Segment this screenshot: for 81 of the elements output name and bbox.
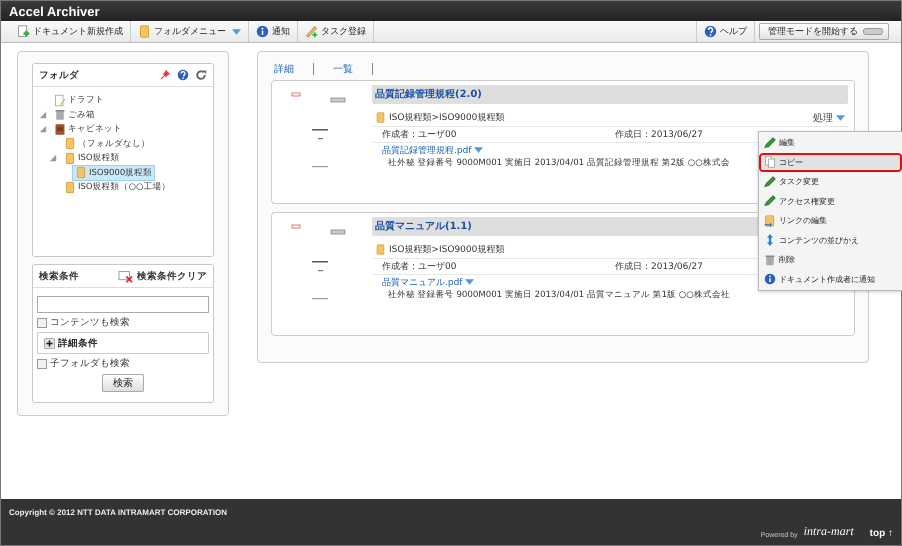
info-icon xyxy=(764,273,776,286)
new-document-icon xyxy=(17,25,30,38)
panel-title: 検索条件 xyxy=(39,270,79,282)
checkbox[interactable] xyxy=(37,358,47,368)
folder-icon xyxy=(64,152,76,165)
tree-item[interactable]: ドラフト xyxy=(52,93,106,108)
clear-conditions-button[interactable]: 検索条件クリア xyxy=(118,270,207,282)
document-description: 社外秘 登録番号 9000M001 実施日 2013/04/01 品質記録管理規程 第2版 ○○株式会 xyxy=(387,157,730,169)
view-link[interactable]: 一覧 xyxy=(333,62,353,76)
refresh-icon[interactable] xyxy=(195,69,207,81)
file-link[interactable]: 品質マニュアル.pdf xyxy=(382,276,474,288)
menu-item[interactable]: 編集 xyxy=(759,133,902,152)
toggle-switch[interactable] xyxy=(863,28,883,35)
document-title[interactable]: 品質記録管理規程(2.0) xyxy=(372,85,848,104)
menu-item[interactable]: ドキュメント作成者に通知 xyxy=(759,270,902,289)
checkbox[interactable] xyxy=(37,318,47,328)
tree-item[interactable]: キャビネット xyxy=(52,122,124,136)
menu-item[interactable]: タスク変更 xyxy=(759,172,902,192)
admin-mode-button[interactable]: 管理モードを開始する xyxy=(759,23,889,40)
menu-item[interactable]: 削除 xyxy=(759,250,902,270)
info-icon xyxy=(256,25,269,38)
copyright-text: Copyright © 2012 NTT DATA INTRAMART CORPORATION xyxy=(9,508,228,518)
tree-item[interactable]: ISO規程類（○○工場） xyxy=(62,180,172,194)
folder-icon xyxy=(375,243,386,256)
date-text: 作成日：2013/06/27 xyxy=(615,260,703,273)
view-link[interactable]: 詳細 xyxy=(274,62,294,76)
checkbox-label: 子フォルダも検索 xyxy=(50,357,130,370)
copy-icon xyxy=(764,156,776,168)
details-toggle[interactable]: 詳細条件 xyxy=(37,332,209,354)
clear-icon xyxy=(118,270,133,282)
menu-item[interactable]: コピー xyxy=(759,152,902,172)
window-title: Accel Archiver xyxy=(9,4,100,18)
tree-item[interactable]: ISO9000規程類 xyxy=(72,164,156,181)
expand-toggle-icon[interactable] xyxy=(39,125,47,134)
cabinet-icon xyxy=(54,122,66,136)
author-text: 作成者：ユーザ00 xyxy=(382,260,456,273)
checkbox-label: コンテンツも検索 xyxy=(50,316,130,329)
pin-icon[interactable] xyxy=(159,69,171,81)
panel-title: フォルダ xyxy=(39,68,79,82)
folder-path: ISO規程類>ISO9000規程類 xyxy=(389,112,504,124)
toolbar-button[interactable]: フォルダメニュー xyxy=(131,21,249,42)
folder-path: ISO規程類>ISO9000規程類 xyxy=(389,244,504,256)
trash-icon xyxy=(764,254,776,266)
pencil-icon xyxy=(764,136,776,149)
caret-icon xyxy=(465,279,474,285)
tree-item[interactable]: （フォルダなし） xyxy=(62,136,152,151)
expand-toggle-icon[interactable] xyxy=(49,154,57,162)
search-field[interactable] xyxy=(37,296,209,313)
help-icon xyxy=(704,25,717,38)
date-text: 作成日：2013/06/27 xyxy=(615,128,703,141)
link-folder-icon xyxy=(764,214,776,227)
toolbar-button[interactable]: ドキュメント新規作成 xyxy=(10,21,131,42)
toolbar-button[interactable]: タスク登録 xyxy=(298,21,374,42)
up-down-arrow-icon xyxy=(764,234,776,246)
caret-icon xyxy=(232,28,241,34)
search-button[interactable]: 検索 xyxy=(102,374,144,392)
draft-icon xyxy=(54,94,66,107)
pencil-icon xyxy=(764,195,776,208)
author-text: 作成者：ユーザ00 xyxy=(382,128,456,141)
folder-icon xyxy=(138,25,151,38)
top-link[interactable]: top ↑ xyxy=(870,528,893,539)
file-link[interactable]: 品質記録管理規程.pdf xyxy=(382,144,484,156)
toolbar-button[interactable]: 通知 xyxy=(249,21,298,42)
folder-icon xyxy=(75,166,87,180)
folder-icon xyxy=(64,137,76,150)
folder-icon xyxy=(375,111,386,124)
trash-icon xyxy=(54,108,66,122)
help-button[interactable]: ヘルプ xyxy=(696,21,755,42)
actions-dropdown[interactable]: 処理 xyxy=(813,110,848,124)
help-icon[interactable] xyxy=(177,69,189,81)
document-description: 社外秘 登録番号 9000M001 実施日 2013/04/01 品質マニュアル 第1版 ○○株式会社 xyxy=(387,289,730,301)
caret-icon xyxy=(474,147,484,153)
menu-item[interactable]: アクセス権変更 xyxy=(759,192,902,211)
tree-item[interactable]: ごみ箱 xyxy=(52,108,97,122)
pencil-icon xyxy=(305,25,318,38)
tree-item[interactable]: ISO規程類 xyxy=(62,151,122,166)
pencil-icon xyxy=(764,176,776,188)
logo: intra-mart xyxy=(804,524,854,539)
folder-icon xyxy=(64,180,76,194)
caret-icon xyxy=(836,114,845,120)
expand-toggle-icon[interactable] xyxy=(39,110,47,119)
